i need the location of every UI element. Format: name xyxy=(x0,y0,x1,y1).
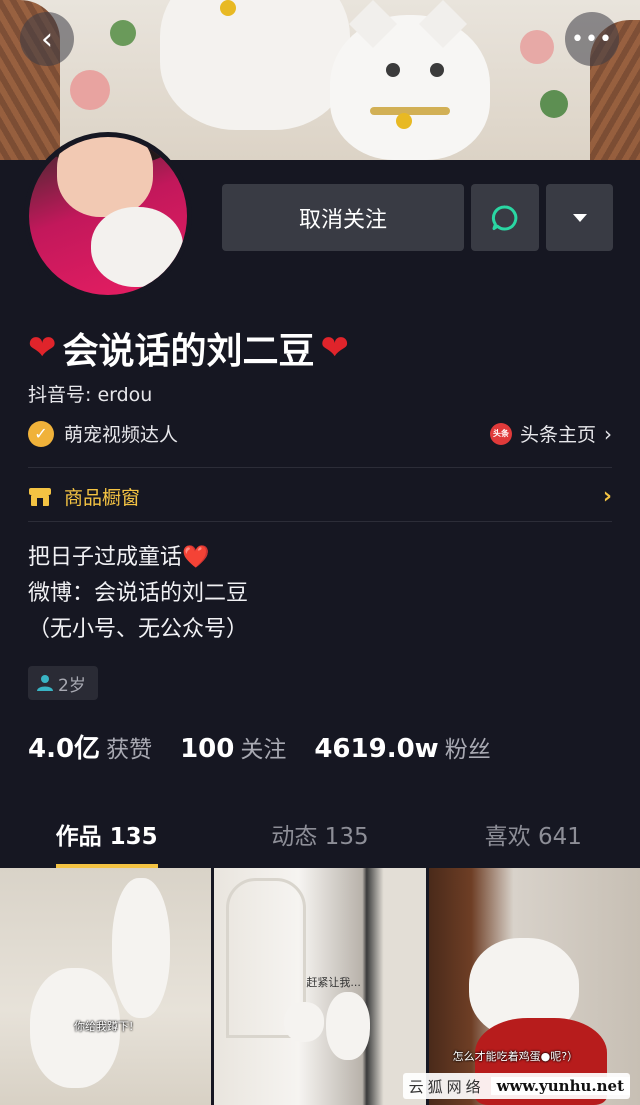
content-tabs: 作品 135 动态 135 喜欢 641 xyxy=(0,800,640,868)
stat-following[interactable]: 100 关注 xyxy=(180,730,286,764)
divider xyxy=(28,467,612,468)
person-icon xyxy=(37,675,53,691)
shop-window-link[interactable]: 商品橱窗 › xyxy=(28,483,612,510)
toutiao-icon: 头条 xyxy=(489,422,512,445)
video-caption: 怎么才能吃着鸡蛋●呢?） xyxy=(452,1050,579,1063)
profile-stats: 4.0亿 获赞 100 关注 4619.0w 粉丝 xyxy=(28,728,519,765)
more-button[interactable]: ••• xyxy=(565,12,619,66)
watermark-cn: 云狐网络 xyxy=(408,1077,485,1096)
leaf-print xyxy=(110,20,136,46)
verified-badge-row: ✓ 萌宠视频达人 xyxy=(28,420,178,447)
stat-likes: 4.0亿 获赞 xyxy=(28,734,153,764)
profile-bio: 把日子过成童话❤️ 微博：会说话的刘二豆 （无小号、无公众号） xyxy=(28,545,249,642)
flower-print xyxy=(520,30,554,64)
video-thumbnail[interactable]: 赶紧让我... xyxy=(214,868,426,1105)
leaf-print xyxy=(540,90,568,118)
stat-followers[interactable]: 4619.0w 粉丝 xyxy=(314,730,490,764)
toutiao-homepage-link[interactable]: 头条 头条主页 › xyxy=(489,420,612,447)
age-tag: 2岁 xyxy=(28,666,98,700)
avatar[interactable] xyxy=(24,132,192,300)
video-grid: 你给我蹲下! 赶紧让我... 怎么才能吃着鸡蛋●呢?） xyxy=(0,868,640,1105)
back-button[interactable]: ‹ xyxy=(20,12,74,66)
toutiao-label: 头条主页 xyxy=(519,424,596,446)
cat-figure xyxy=(112,878,170,1018)
cover-cat-left xyxy=(160,0,350,130)
watermark: 云狐网络 www.yunhu.net xyxy=(402,1073,630,1099)
video-thumbnail[interactable]: 怎么才能吃着鸡蛋●呢?） xyxy=(428,868,640,1105)
douyin-id: 抖音号: erdou xyxy=(28,384,153,406)
chevron-right-icon: › xyxy=(604,421,612,446)
message-button[interactable] xyxy=(471,184,539,251)
cat-figure xyxy=(284,1002,325,1042)
video-caption: 你给我蹲下! xyxy=(74,1020,134,1033)
flower-print xyxy=(70,70,110,110)
cover-cat-right xyxy=(330,0,490,160)
tab-likes[interactable]: 喜欢 641 xyxy=(427,800,640,868)
caret-down-icon xyxy=(572,213,587,222)
chat-bubble-icon xyxy=(491,205,518,230)
watermark-url: www.yunhu.net xyxy=(490,1077,630,1095)
verified-check-icon: ✓ xyxy=(28,420,54,447)
chevron-left-icon: ‹ xyxy=(41,21,53,57)
verified-label: 萌宠视频达人 xyxy=(64,424,179,446)
chevron-right-icon: › xyxy=(602,484,612,509)
shop-label: 商品橱窗 xyxy=(64,487,141,509)
profile-name-text: 会说话的刘二豆 xyxy=(62,331,315,372)
age-label: 2岁 xyxy=(58,675,86,696)
red-heart-icon: ❤ xyxy=(28,328,57,368)
more-dots-icon: ••• xyxy=(571,26,613,52)
cat-figure xyxy=(326,992,371,1060)
storefront-icon xyxy=(29,487,51,506)
divider xyxy=(28,521,612,522)
profile-name: ❤ 会说话的刘二豆 ❤ xyxy=(28,322,349,374)
tab-works[interactable]: 作品 135 xyxy=(0,800,213,868)
video-caption: 赶紧让我... xyxy=(306,976,361,989)
red-heart-icon: ❤ xyxy=(320,328,350,368)
video-thumbnail[interactable]: 你给我蹲下! xyxy=(0,868,212,1105)
more-actions-dropdown[interactable] xyxy=(546,184,613,251)
tab-activity[interactable]: 动态 135 xyxy=(213,800,426,868)
unfollow-button[interactable]: 取消关注 xyxy=(222,184,464,251)
